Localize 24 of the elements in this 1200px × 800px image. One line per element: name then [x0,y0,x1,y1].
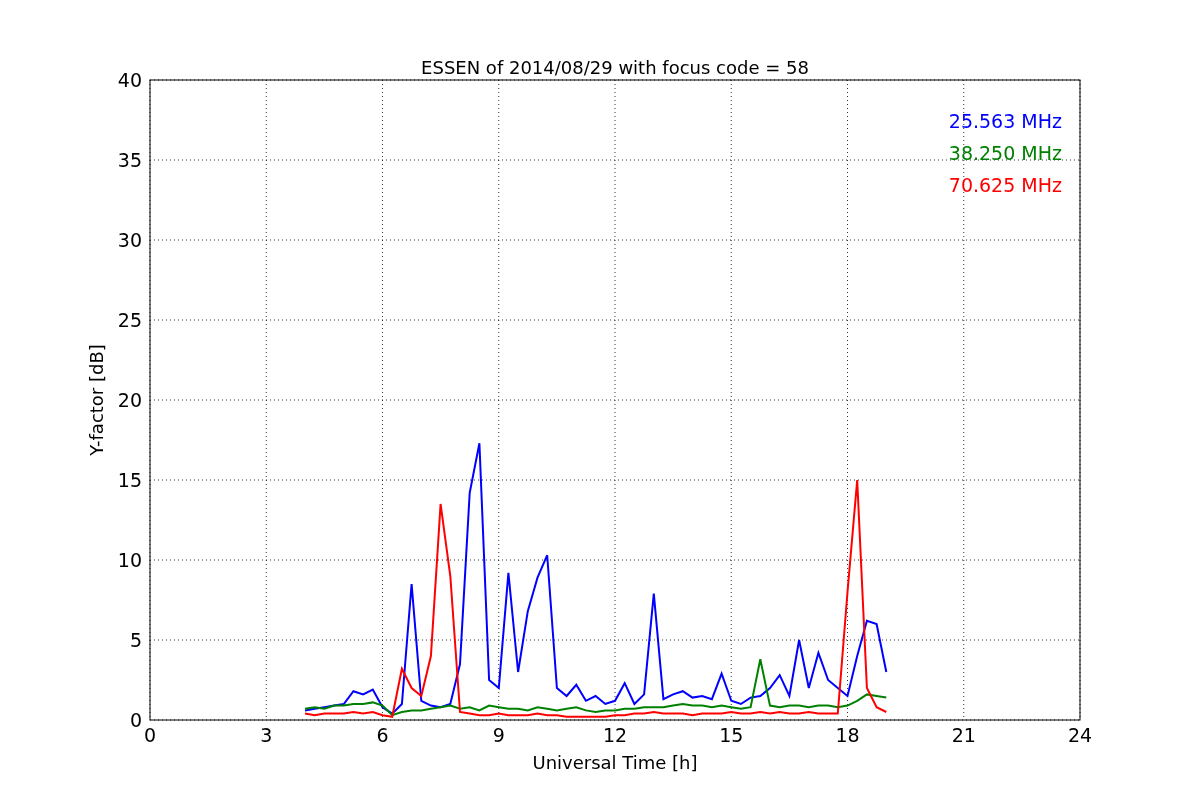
tick-label: 15 [719,724,744,746]
tick-label: 5 [129,629,142,651]
tick-label: 15 [117,469,142,491]
legend-label: 70.625 MHz [948,174,1062,196]
tick-label: 30 [117,229,142,251]
tick-label: 25 [117,309,142,331]
tick-label: 3 [260,724,273,746]
tick-label: 20 [117,389,142,411]
tick-label: 18 [835,724,860,746]
tick-label: 24 [1067,724,1093,746]
tick-label: 9 [492,724,505,746]
tick-label: 40 [117,69,142,91]
chart-title: ESSEN of 2014/08/29 with focus code = 58 [421,57,809,78]
y-axis-label: Y-factor [dB] [86,344,107,456]
tick-label: 21 [951,724,976,746]
tick-label: 6 [376,724,389,746]
tick-label: 0 [129,709,142,731]
legend-label: 38.250 MHz [948,142,1062,164]
tick-label: 12 [602,724,628,746]
tick-label: 10 [117,549,142,571]
tick-label: 0 [143,724,157,746]
tick-label: 35 [117,149,142,171]
legend-label: 25.563 MHz [948,110,1062,132]
x-axis-label: Universal Time [h] [532,752,698,773]
